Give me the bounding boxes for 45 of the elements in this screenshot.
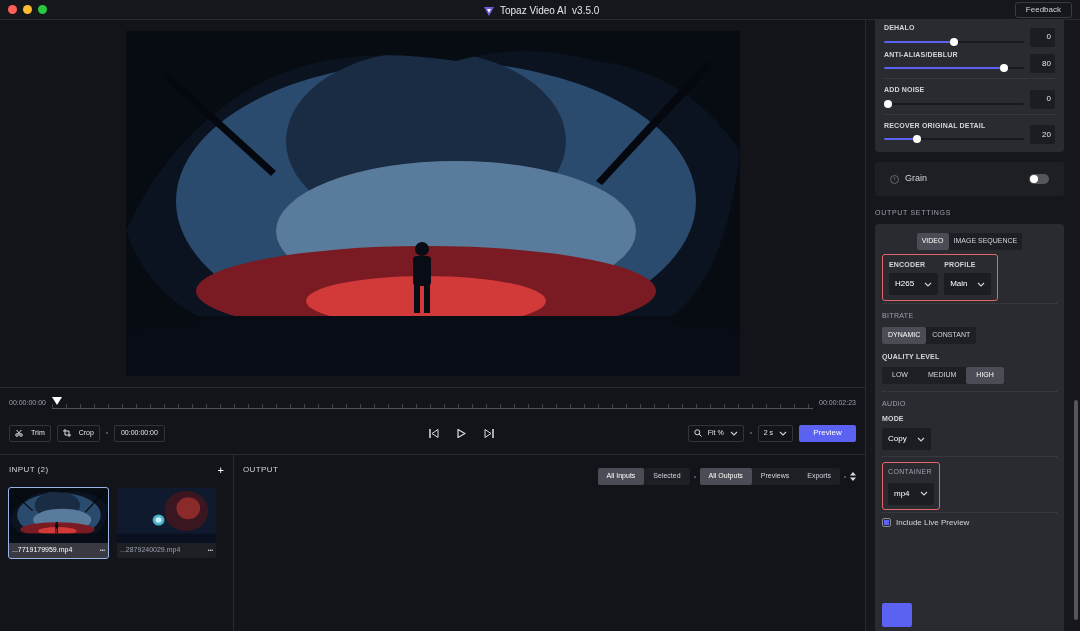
slider-track[interactable] xyxy=(884,37,1024,46)
slider-track[interactable] xyxy=(884,99,1024,108)
chevron-down-icon xyxy=(924,281,933,287)
sort-icon[interactable] xyxy=(850,472,856,481)
playhead-marker[interactable] xyxy=(52,397,62,405)
grain-toggle[interactable] xyxy=(1029,174,1049,184)
minimize-window-button[interactable] xyxy=(23,5,32,14)
slider-thumb[interactable] xyxy=(1000,64,1009,72)
slider-track[interactable] xyxy=(884,64,1024,72)
grain-label: Grain xyxy=(905,172,927,186)
preview-button[interactable]: Preview xyxy=(799,424,856,442)
value-field[interactable]: 80 xyxy=(1030,54,1055,73)
step-back-icon[interactable] xyxy=(428,428,439,438)
close-window-button[interactable] xyxy=(8,5,17,14)
live-preview-label: Include Live Preview xyxy=(896,516,970,529)
live-preview-checkbox[interactable] xyxy=(882,518,891,527)
profile-dropdown[interactable]: Main xyxy=(944,273,992,295)
encoder-dropdown[interactable]: H265 xyxy=(889,273,939,295)
zoom-icon xyxy=(693,429,702,437)
crop-icon xyxy=(62,429,71,437)
output-title: OUTPUT xyxy=(243,464,279,476)
chevron-down-icon xyxy=(779,430,787,436)
container-dropdown[interactable]: mp4 xyxy=(888,482,934,505)
window-title: Topaz Video AI v3.5.0 xyxy=(500,4,600,18)
chevron-down-icon xyxy=(916,436,925,442)
chevron-down-icon xyxy=(977,281,986,287)
add-button[interactable]: + xyxy=(217,464,224,476)
slider-thumb[interactable] xyxy=(950,37,958,46)
chevron-down-icon xyxy=(729,430,738,436)
step-forward-icon[interactable] xyxy=(483,428,494,438)
value-field[interactable]: 0 xyxy=(1030,89,1055,109)
slider-track[interactable] xyxy=(884,135,1024,143)
chevron-down-icon xyxy=(919,491,928,496)
slider-thumb[interactable] xyxy=(913,135,922,143)
slider-thumb[interactable] xyxy=(884,99,892,108)
play-icon[interactable] xyxy=(456,428,466,438)
scissors-icon xyxy=(15,429,23,437)
audio-mode-dropdown[interactable]: Copy xyxy=(882,428,931,450)
value-field[interactable]: 20 xyxy=(1030,125,1055,144)
zoom-window-button[interactable] xyxy=(38,5,47,14)
app-logo-icon xyxy=(483,4,495,17)
value-field[interactable]: 0 xyxy=(1030,27,1055,47)
input-title: INPUT (2) xyxy=(9,464,49,476)
scrollbar-thumb[interactable] xyxy=(1074,400,1078,620)
feedback-button[interactable]: Feedback xyxy=(1014,1,1072,18)
